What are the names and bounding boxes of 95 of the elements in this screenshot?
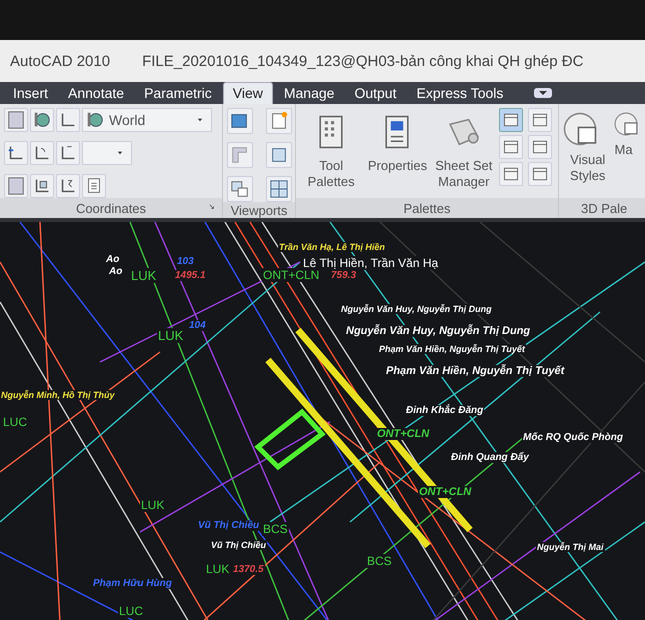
parcel-label: LUC [2,415,28,429]
parcel-label: ONT+CLN [376,428,430,440]
parcel-label: ONT+CLN [262,268,320,282]
parcel-label: Nguyễn Minh, Hồ Thị Thủy [0,390,116,400]
parcel-label: LUK [157,328,184,343]
ribbon-tab[interactable]: View [222,82,273,104]
axis-button[interactable] [30,174,54,198]
parcel-label: LUC [118,604,144,618]
viewport-button[interactable] [227,176,253,202]
parcel-label: 103 [176,256,195,267]
ribbon-tab[interactable]: Output [345,83,406,104]
parcel-label: LUK [140,498,166,512]
building-outline [254,408,326,470]
parcel-label: 104 [188,320,207,331]
launcher-arrow-icon [208,203,216,211]
window-icon [502,138,520,156]
parcel-label: Phạm Hữu Hùng [92,578,173,589]
viewport-icon [230,179,250,199]
axis-button[interactable] [30,141,54,165]
viewport-icon [269,179,289,199]
parcel-label: BCS [366,554,393,568]
parcel-label: Phạm Văn Hiền, Nguyễn Thị Tuyết [385,365,566,377]
palette-toggle-button[interactable] [528,162,552,186]
ribbon-tab[interactable]: Manage [274,83,344,104]
sphere-icon [563,112,597,146]
axis-button[interactable] [56,108,80,132]
window-icon [530,138,549,156]
parcel-label: ONT+CLN [418,486,472,498]
parcel-label: 1495.1 [174,270,207,281]
ribbon-tab[interactable]: Parametric [135,83,221,104]
ribbon-tab[interactable]: Insert [4,83,58,104]
window-title: FILE_20201016_104349_123@QH03-bản công khai QH ghép ĐC [142,52,584,70]
parcel-label: Nguyễn Thị Mai [536,542,605,552]
parcel-label: Vũ Thị Chiều [210,540,267,550]
palette-toggle-button[interactable] [498,108,523,132]
palette-toggle-button[interactable] [498,162,523,186]
window-icon [502,111,520,129]
ribbon-options-button[interactable] [534,88,552,98]
window-icon [269,111,289,131]
parcel-label: Ao [105,254,120,265]
ribbon-button[interactable]: Ma [614,108,641,198]
app-name: AutoCAD 2010 [10,52,110,70]
sphere-icon [614,112,638,136]
window-icon [502,165,520,183]
parcel-label: Lê Thị Hiền, Trần Văn Hạ [302,256,440,270]
ucs-dropdown[interactable]: World [82,108,212,132]
ucs-button[interactable] [4,108,28,132]
parcel-label: 1370.5 [232,564,265,575]
parcel-label: Đinh Khắc Đăng [405,405,484,416]
palette-toggle-button[interactable] [528,135,552,159]
window-icon [530,111,549,129]
ribbon-tab[interactable]: Express Tools [407,83,512,104]
axis-button[interactable] [4,141,28,165]
panel-title: Palettes [404,200,450,216]
viewport-icon [230,111,250,131]
parcel-label: Ao [108,266,124,277]
ucs-icon [6,110,26,130]
parcel-label: Mốc RQ Quốc Phòng [522,432,624,443]
parcel-label: BCS [262,522,289,536]
window-icon [269,145,289,165]
ribbon-button[interactable]: Sheet Set Manager [432,108,495,198]
list-button[interactable] [82,174,106,198]
axis-button[interactable] [56,141,80,165]
parcel-label: 759.3 [330,270,358,281]
parcel-label: LUK [205,562,230,576]
globe-icon [85,110,105,130]
globe-button[interactable] [30,108,54,132]
panel-title: 3D Pale [581,200,628,216]
viewport-button[interactable] [266,142,292,168]
ucs-icon [6,176,26,196]
parcel-label: Đinh Quang Đẩy [450,452,530,463]
palette-toggle-button[interactable] [528,108,552,132]
window-icon [530,165,549,183]
parcel-label: Trần Văn Hạ, Lê Thị Hiền [278,242,386,252]
globe-icon [32,110,52,130]
viewport-button[interactable] [266,176,292,202]
ribbon-button[interactable]: Tool Palettes [300,108,362,198]
parcel-label: Nguyễn Văn Huy, Nguyễn Thị Dung [340,304,493,314]
parcel-label: LUK [130,268,158,283]
parcel-label: Phạm Văn Hiền, Nguyễn Thị Tuyết [378,344,526,354]
panel-title: Viewports [230,202,288,218]
parcel-label: Vũ Thị Chiều [197,520,260,531]
panel-title: Coordinates [76,200,146,216]
ribbon-button[interactable]: Properties [366,108,429,198]
viewport-button[interactable] [266,108,292,134]
axis-button[interactable] [56,174,80,198]
caret-icon [538,90,548,96]
viewport-icon [230,145,250,165]
dropdown-field[interactable] [82,141,132,165]
ribbon-tab[interactable]: Annotate [59,83,134,104]
viewport-button[interactable] [227,108,253,134]
ucs-button[interactable] [4,174,28,198]
ribbon-button[interactable]: Visual Styles [563,108,612,198]
parcel-label: Nguyễn Văn Huy, Nguyễn Thị Dung [345,325,532,337]
palette-toggle-button[interactable] [498,135,523,159]
